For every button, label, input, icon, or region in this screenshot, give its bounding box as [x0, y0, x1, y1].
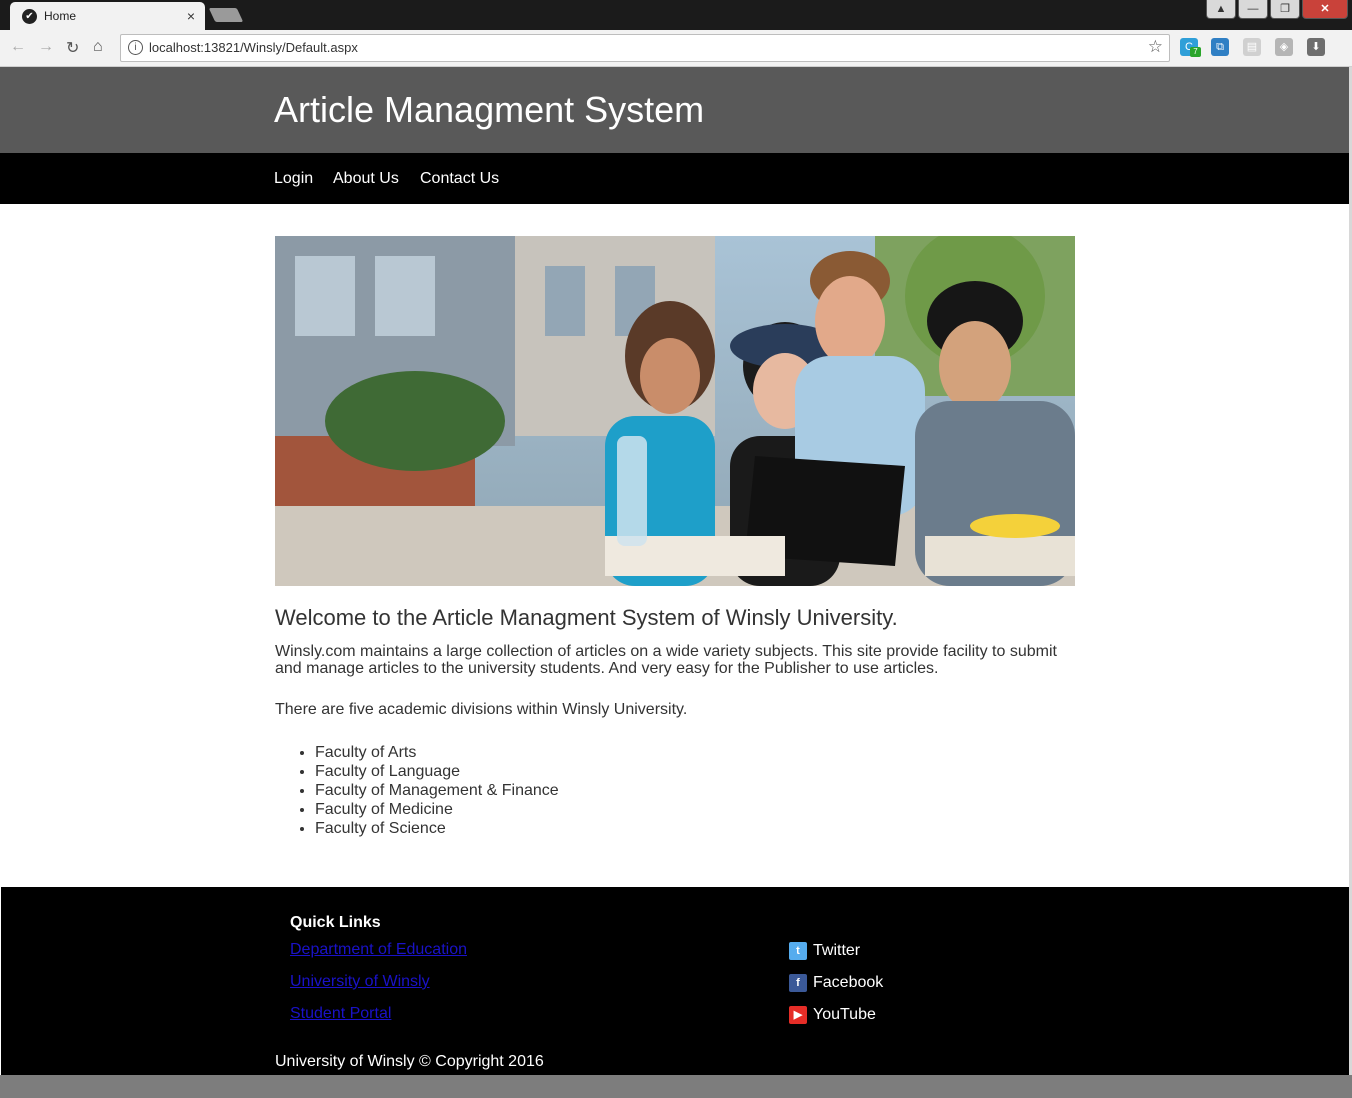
- browser-tab-home[interactable]: ✔ Home ×: [10, 2, 205, 30]
- site-footer: Quick Links Department of Education Univ…: [1, 887, 1352, 1075]
- facebook-icon: f: [789, 974, 807, 992]
- close-window-button[interactable]: ✕: [1302, 0, 1348, 19]
- download-icon[interactable]: ⬇: [1307, 38, 1325, 56]
- quick-link-university-of-winsly[interactable]: University of Winsly: [290, 973, 430, 991]
- browser-toolbar: ← → ↻ ⌂ i localhost:13821/Winsly/Default…: [0, 30, 1352, 67]
- back-arrow-icon[interactable]: ←: [10, 38, 26, 56]
- reload-icon[interactable]: ↻: [66, 38, 79, 58]
- site-favicon-icon: ✔: [22, 9, 37, 24]
- site-title: Article Managment System: [274, 89, 705, 130]
- profile-button[interactable]: ▲: [1206, 0, 1236, 19]
- browser-tabstrip: ✔ Home × ▲ — ❐ ✕: [0, 0, 1352, 30]
- divisions-paragraph: There are five academic divisions within…: [275, 701, 688, 718]
- copyright-text: University of Winsly © Copyright 2016: [275, 1053, 544, 1070]
- window-controls: ▲ — ❐ ✕: [1206, 0, 1348, 20]
- hero-illustration: [275, 236, 1075, 586]
- social-youtube[interactable]: ▶ YouTube: [789, 1006, 876, 1024]
- extension-print-icon[interactable]: ▤: [1243, 38, 1261, 56]
- extension-c-icon[interactable]: C7: [1180, 38, 1201, 57]
- social-twitter[interactable]: t Twitter: [789, 942, 860, 960]
- info-icon[interactable]: i: [128, 40, 143, 55]
- home-icon[interactable]: ⌂: [93, 38, 103, 56]
- list-item: Faculty of Management & Finance: [315, 781, 1075, 800]
- welcome-heading: Welcome to the Article Managment System …: [275, 605, 898, 630]
- site-header: Article Managment System: [0, 67, 1352, 153]
- social-label: Twitter: [813, 942, 861, 959]
- nav-login[interactable]: Login: [274, 170, 313, 188]
- minimize-button[interactable]: —: [1238, 0, 1268, 19]
- new-tab-button[interactable]: [208, 8, 244, 22]
- social-label: YouTube: [813, 1006, 876, 1023]
- address-bar[interactable]: i localhost:13821/Winsly/Default.aspx ☆: [120, 34, 1170, 62]
- quick-link-department-of-education[interactable]: Department of Education: [290, 941, 467, 959]
- maximize-button[interactable]: ❐: [1270, 0, 1300, 19]
- url-text: localhost:13821/Winsly/Default.aspx: [149, 40, 358, 55]
- nav-about-us[interactable]: About Us: [333, 170, 399, 188]
- social-facebook[interactable]: f Facebook: [789, 974, 883, 992]
- extension-cube-icon[interactable]: ◈: [1275, 38, 1293, 56]
- main-content: Welcome to the Article Managment System …: [275, 605, 1075, 838]
- extension-badge: 7: [1190, 47, 1201, 57]
- list-item: Faculty of Science: [315, 819, 1075, 838]
- list-item: Faculty of Medicine: [315, 800, 1075, 819]
- list-item: Faculty of Arts: [315, 743, 1075, 762]
- faculty-list: Faculty of Arts Faculty of Language Facu…: [275, 743, 1075, 838]
- youtube-icon: ▶: [789, 1006, 807, 1024]
- main-navigation: Login About Us Contact Us: [0, 153, 1352, 204]
- list-item: Faculty of Language: [315, 762, 1075, 781]
- tab-close-icon[interactable]: ×: [187, 8, 195, 24]
- forward-arrow-icon[interactable]: →: [38, 38, 54, 56]
- intro-paragraph: Winsly.com maintains a large collection …: [275, 643, 1057, 677]
- extension-cast-icon[interactable]: ⧉: [1211, 38, 1229, 56]
- social-label: Facebook: [813, 974, 884, 991]
- nav-contact-us[interactable]: Contact Us: [420, 170, 499, 188]
- hero-image: [275, 236, 1075, 586]
- twitter-icon: t: [789, 942, 807, 960]
- quick-links-heading: Quick Links: [290, 914, 381, 931]
- bottom-strip: [0, 1075, 1352, 1098]
- quick-link-student-portal[interactable]: Student Portal: [290, 1005, 391, 1023]
- bookmark-star-icon[interactable]: ☆: [1148, 37, 1163, 57]
- tab-title: Home: [44, 9, 77, 23]
